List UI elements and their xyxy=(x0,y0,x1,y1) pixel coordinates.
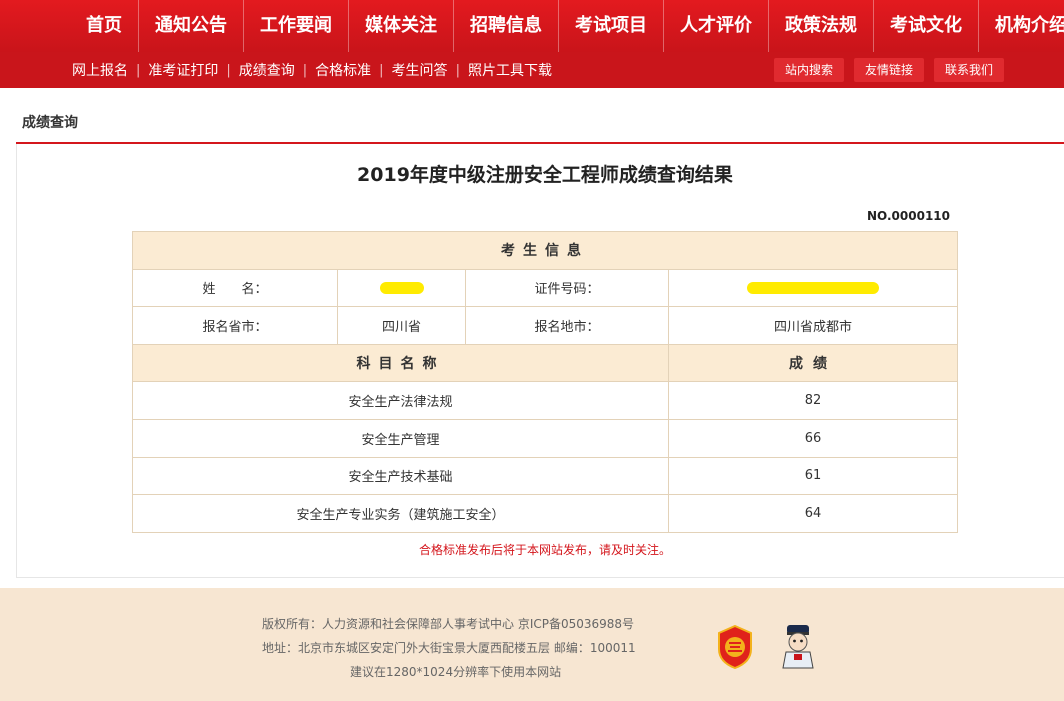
sub-nav-pass-standard[interactable]: 合格标准 xyxy=(315,60,371,80)
redaction-mark xyxy=(379,281,424,294)
subject-score: 64 xyxy=(668,494,958,533)
table-header-row: 科目名称 成绩 xyxy=(132,343,958,383)
score-table: 考生信息 姓 名： 证件号码： 报名省市： 四川省 报名地市： 四川省成都市 科… xyxy=(132,231,958,533)
subject-score: 61 xyxy=(668,456,958,496)
nav-policies[interactable]: 政策法规 xyxy=(769,0,874,52)
score-header: 成绩 xyxy=(668,343,958,383)
table-header-row: 考生信息 xyxy=(132,231,958,270)
sub-nav-photo-tool[interactable]: 照片工具下载 xyxy=(468,60,552,80)
subject-name: 安全生产专业实务（建筑施工安全） xyxy=(132,494,669,533)
nav-talent-evaluation[interactable]: 人才评价 xyxy=(664,0,769,52)
contact-us-button[interactable]: 联系我们 xyxy=(933,58,1004,82)
copyright-line: 版权所有：人力资源和社会保障部人事考试中心 京ICP备05036988号 xyxy=(262,617,635,631)
page-title: 成绩查询 xyxy=(22,115,78,131)
city-value: 四川省成都市 xyxy=(668,306,958,345)
friendly-links-button[interactable]: 友情链接 xyxy=(853,58,924,82)
certificate-number: NO.0000110 xyxy=(867,209,950,223)
sub-nav-score-query[interactable]: 成绩查询 xyxy=(239,60,295,80)
table-row: 安全生产管理 66 xyxy=(132,418,958,458)
id-label: 证件号码： xyxy=(465,268,669,308)
nav-recruitment[interactable]: 招聘信息 xyxy=(454,0,559,52)
province-value: 四川省 xyxy=(337,306,466,345)
separator: | xyxy=(226,62,231,78)
candidate-info-header: 考生信息 xyxy=(132,231,958,270)
subject-name: 安全生产法律法规 xyxy=(132,381,669,420)
table-row: 报名省市： 四川省 报名地市： 四川省成都市 xyxy=(132,306,958,345)
nav-exam-projects[interactable]: 考试项目 xyxy=(559,0,664,52)
table-row: 姓 名： 证件号码： xyxy=(132,268,958,308)
sub-nav-online-registration[interactable]: 网上报名 xyxy=(72,60,128,80)
separator: | xyxy=(136,62,141,78)
top-nav: 首页 通知公告 工作要闻 媒体关注 招聘信息 考试项目 人才评价 政策法规 考试… xyxy=(0,0,1064,52)
id-value xyxy=(668,268,958,308)
table-row: 安全生产法律法规 82 xyxy=(132,381,958,420)
separator: | xyxy=(455,62,460,78)
subject-name: 安全生产管理 xyxy=(132,418,669,458)
pass-standard-notice: 合格标准发布后将于本网站发布，请及时关注。 xyxy=(418,543,671,557)
subject-header: 科目名称 xyxy=(132,343,669,383)
result-title: 2019年度中级注册安全工程师成绩查询结果 xyxy=(357,164,733,186)
footer-text: 版权所有：人力资源和社会保障部人事考试中心 京ICP备05036988号 地址：… xyxy=(262,612,636,684)
cyber-police-icon[interactable] xyxy=(778,622,818,670)
nav-home[interactable]: 首页 xyxy=(70,0,139,52)
subject-score: 66 xyxy=(668,418,958,458)
separator: | xyxy=(302,62,308,78)
table-row: 安全生产专业实务（建筑施工安全） 64 xyxy=(132,494,958,533)
resolution-line: 建议在1280*1024分辨率下使用本网站 xyxy=(350,665,562,679)
nav-about[interactable]: 机构介绍 xyxy=(979,0,1064,52)
subject-score: 82 xyxy=(668,381,958,420)
city-label: 报名地市： xyxy=(465,306,669,345)
emblem-badge-icon[interactable] xyxy=(716,625,754,669)
sub-nav-buttons: 站内搜索 友情链接 联系我们 xyxy=(773,58,1004,82)
subject-name: 安全生产技术基础 xyxy=(132,456,669,496)
site-search-button[interactable]: 站内搜索 xyxy=(773,58,844,82)
address-line: 地址：北京市东城区安定门外大街宝景大厦西配楼五层 邮编：100011 xyxy=(262,641,636,655)
redaction-mark xyxy=(747,281,879,294)
separator: | xyxy=(379,62,384,78)
table-row: 安全生产技术基础 61 xyxy=(132,456,958,496)
sub-nav: 网上报名 | 准考证打印 | 成绩查询 | 合格标准 | 考生问答 | 照片工具… xyxy=(0,52,1064,88)
sub-nav-admission-ticket[interactable]: 准考证打印 xyxy=(148,60,218,80)
name-label: 姓 名： xyxy=(132,268,338,308)
nav-exam-culture[interactable]: 考试文化 xyxy=(874,0,979,52)
nav-media[interactable]: 媒体关注 xyxy=(349,0,454,52)
nav-notices[interactable]: 通知公告 xyxy=(139,0,244,52)
province-label: 报名省市： xyxy=(132,306,338,345)
name-value xyxy=(337,268,466,308)
nav-news[interactable]: 工作要闻 xyxy=(244,0,349,52)
sub-nav-faq[interactable]: 考生问答 xyxy=(392,60,448,80)
sub-nav-links: 网上报名 | 准考证打印 | 成绩查询 | 合格标准 | 考生问答 | 照片工具… xyxy=(72,52,552,88)
